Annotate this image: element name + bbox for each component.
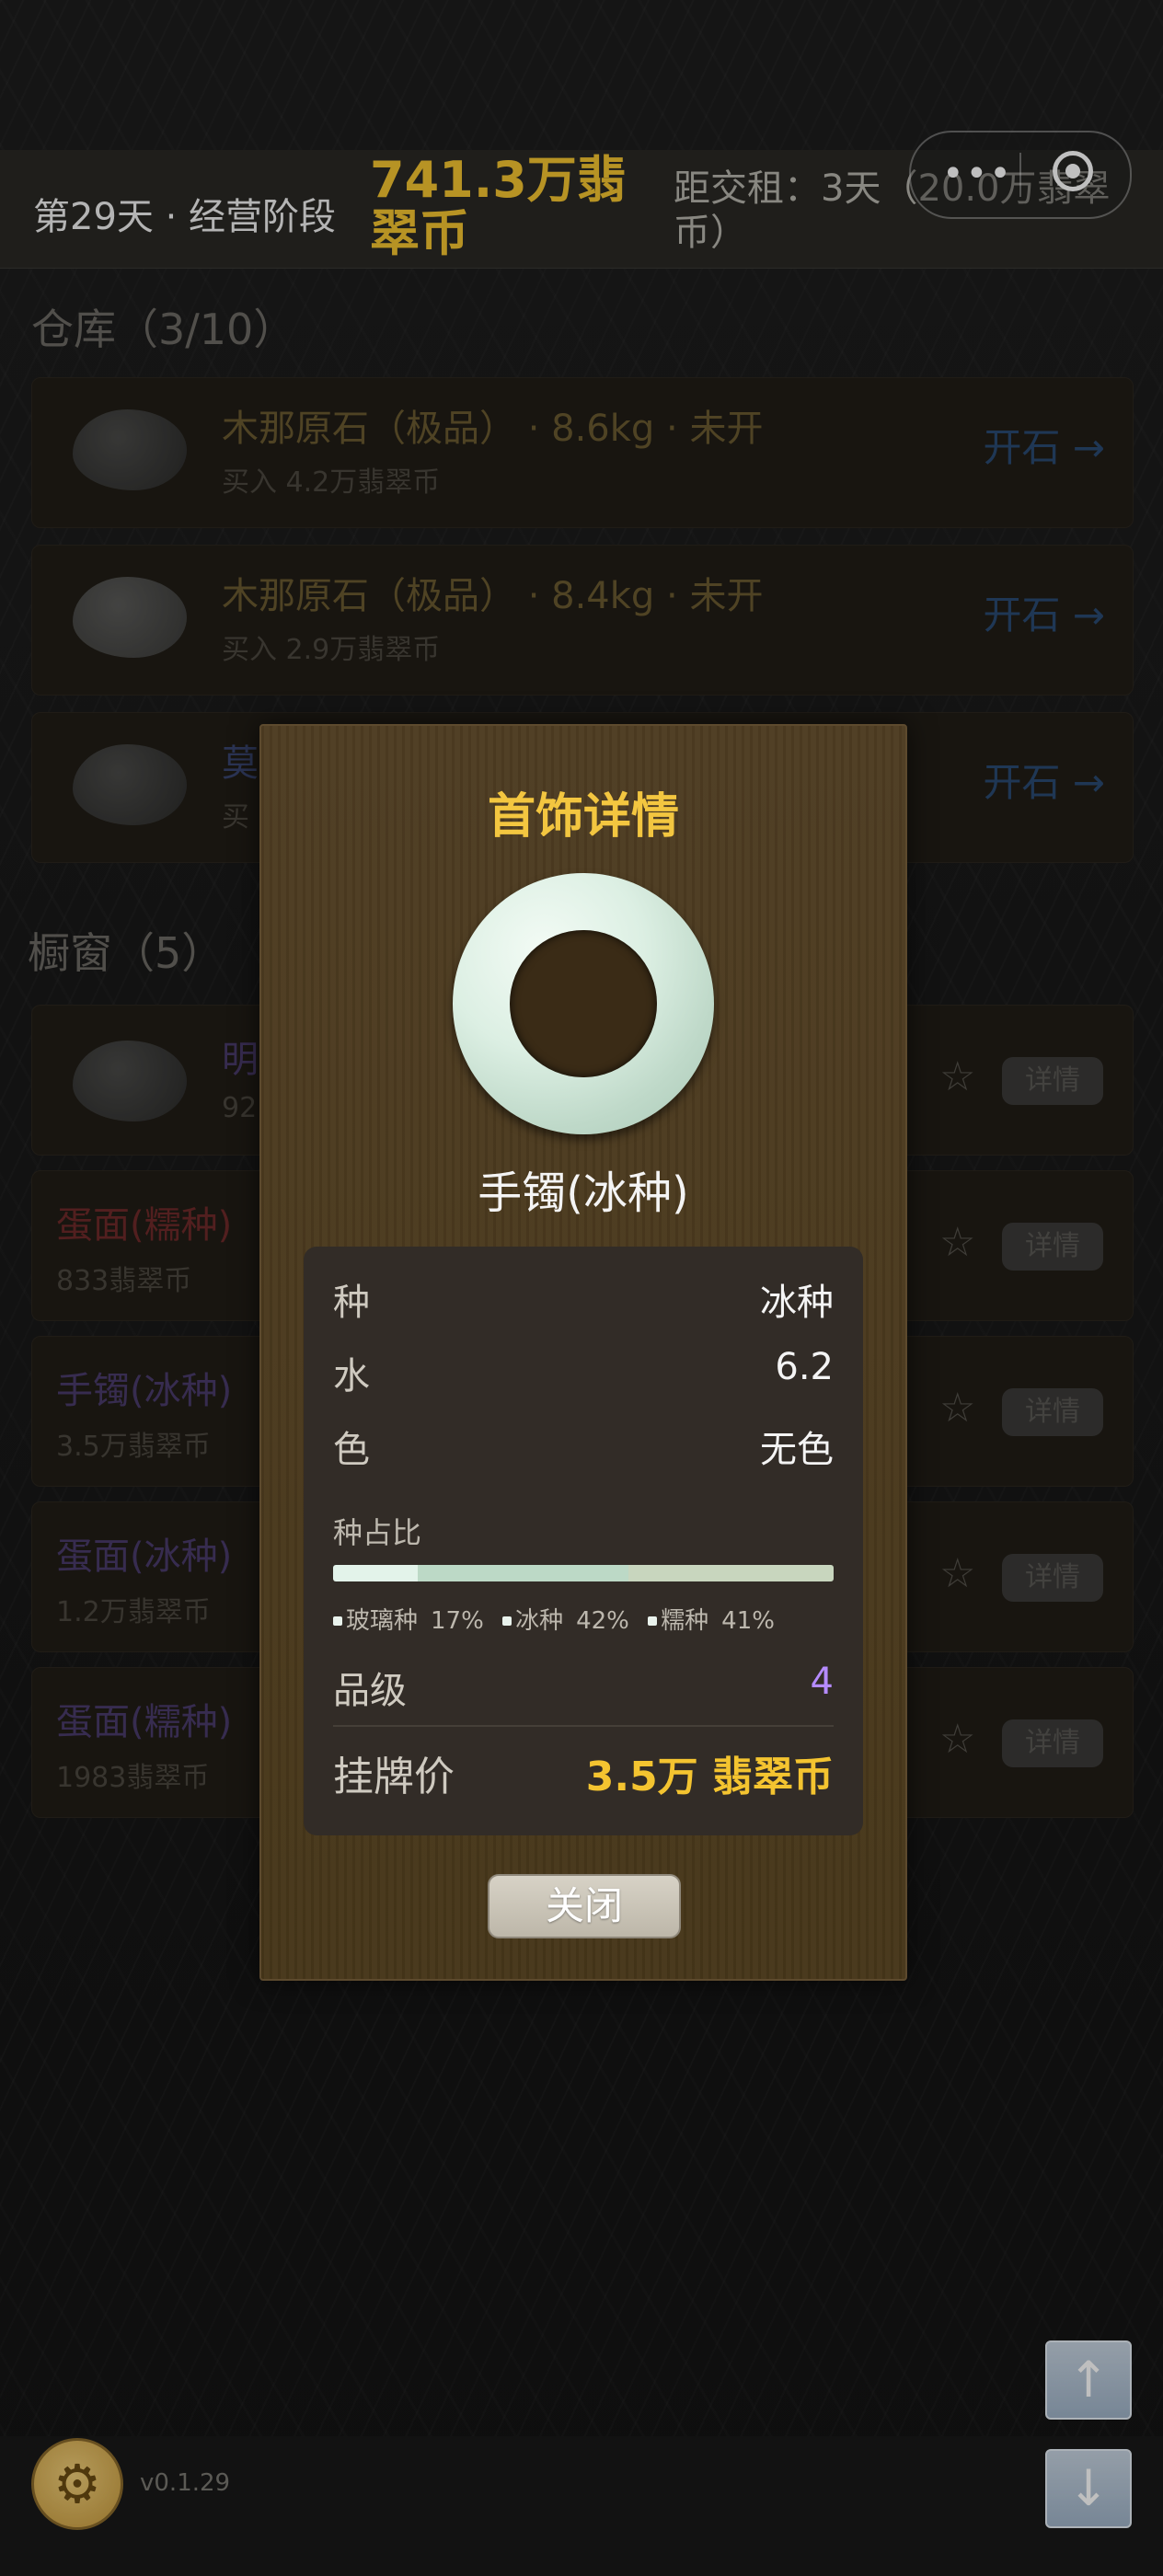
ratio-legend: 玻璃种 17% 冰种 42% 糯种 41% — [333, 1602, 786, 1636]
attribute-value: 无色 — [760, 1429, 834, 1471]
legend-item: 冰种 42% — [502, 1607, 640, 1635]
attribute-key: 种 — [333, 1282, 370, 1324]
jewelry-detail-modal: 首饰详情 手镯(冰种) 种 冰种 水 6.2 色 无色 种占比 玻璃种 17% 冰… — [259, 724, 907, 1981]
modal-title: 首饰详情 — [487, 789, 679, 845]
attribute-key: 水 — [333, 1355, 370, 1397]
attribute-row: 水 6.2 — [333, 1346, 834, 1401]
close-button[interactable]: 关闭 — [488, 1874, 681, 1938]
grade-label: 品级 — [333, 1670, 407, 1712]
legend-item: 玻璃种 17% — [333, 1607, 495, 1635]
attribute-row: 种 冰种 — [333, 1272, 834, 1328]
ratio-bar — [333, 1565, 834, 1581]
price-value: 3.5万 翡翠币 — [585, 1754, 834, 1800]
attribute-value: 冰种 — [760, 1282, 834, 1324]
attribute-value: 6.2 — [775, 1346, 834, 1388]
legend-item: 糯种 41% — [648, 1607, 786, 1635]
ratio-segment — [418, 1565, 628, 1581]
ratio-segment — [333, 1565, 419, 1581]
attributes-panel: 种 冰种 水 6.2 色 无色 种占比 玻璃种 17% 冰种 42% 糯种 41% 品… — [304, 1247, 863, 1835]
attribute-key: 色 — [333, 1429, 370, 1471]
ratio-segment — [628, 1565, 834, 1581]
bangle-image — [453, 873, 714, 1134]
item-name: 手镯(冰种) — [478, 1167, 689, 1219]
ratio-title: 种占比 — [333, 1515, 422, 1550]
attribute-row: 色 无色 — [333, 1420, 834, 1475]
divider — [333, 1725, 834, 1727]
grade-value: 4 — [810, 1661, 834, 1703]
price-label: 挂牌价 — [333, 1754, 455, 1800]
